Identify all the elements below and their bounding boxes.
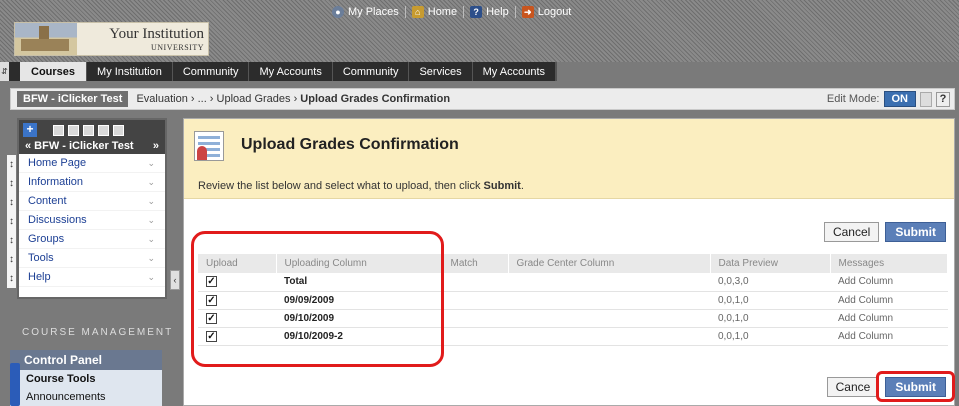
tab-community-2[interactable]: Community bbox=[333, 62, 410, 81]
tab-my-accounts[interactable]: My Accounts bbox=[249, 62, 333, 81]
home-icon: ⌂ bbox=[411, 6, 424, 18]
course-menu-arrow[interactable]: » bbox=[153, 140, 159, 152]
sidebar-item-home-page[interactable]: ↕ Home Page ⌄ bbox=[7, 154, 165, 174]
sidebar-item-tools[interactable]: ↕ Tools ⌄ bbox=[7, 249, 165, 269]
course-menu: + « BFW - iClicker Test » ↕ Home Page ⌄ … bbox=[7, 118, 167, 299]
page-header: Upload Grades Confirmation Review the li… bbox=[184, 119, 954, 199]
cancel-button-bottom[interactable]: Cance bbox=[826, 377, 880, 397]
chevron-down-icon[interactable]: ⌄ bbox=[147, 173, 155, 192]
window-icon[interactable] bbox=[83, 124, 94, 136]
logo-name: Your Institution bbox=[109, 25, 204, 42]
highlight-outline-table bbox=[191, 231, 444, 367]
chevron-down-icon[interactable]: ⌄ bbox=[147, 268, 155, 287]
match-cell bbox=[442, 309, 508, 328]
sidebar-item-information[interactable]: ↕ Information ⌄ bbox=[7, 173, 165, 193]
control-panel-title: Control Panel bbox=[10, 350, 162, 370]
control-panel-course-tools[interactable]: Course Tools bbox=[10, 370, 162, 388]
chevron-down-icon[interactable]: ⌄ bbox=[147, 230, 155, 249]
breadcrumb: BFW - iClicker Test Evaluation › ... › U… bbox=[10, 88, 955, 110]
chevron-down-icon[interactable]: ⌄ bbox=[147, 154, 155, 173]
collapse-menu-button[interactable]: ‹ bbox=[170, 270, 180, 290]
drag-handle-icon[interactable]: ↕ bbox=[7, 250, 16, 269]
gear-icon[interactable] bbox=[98, 124, 109, 136]
sidebar-item-content[interactable]: ↕ Content ⌄ bbox=[7, 192, 165, 212]
top-button-row: Cancel Submit bbox=[823, 222, 946, 242]
course-menu-title[interactable]: « BFW - iClicker Test bbox=[25, 140, 134, 152]
page-help-button[interactable]: ? bbox=[936, 91, 950, 107]
edit-mode-toggle[interactable]: ON bbox=[883, 91, 916, 107]
data-preview-cell: 0,0,1,0 bbox=[710, 309, 830, 328]
page-title: Upload Grades Confirmation bbox=[241, 136, 459, 153]
drag-handle-icon[interactable]: ↕ bbox=[7, 231, 16, 250]
data-preview-cell: 0,0,1,0 bbox=[710, 327, 830, 346]
expand-toggle-icon[interactable]: ⇵ bbox=[0, 62, 9, 81]
tab-my-institution[interactable]: My Institution bbox=[87, 62, 173, 81]
page-instructions: Review the list below and select what to… bbox=[198, 180, 524, 192]
edit-mode-label: Edit Mode: bbox=[826, 93, 880, 105]
chevron-down-icon[interactable]: ⌄ bbox=[147, 192, 155, 211]
control-panel: Control Panel Course Tools Announcements bbox=[10, 350, 162, 406]
breadcrumb-current: Upload Grades Confirmation bbox=[300, 93, 451, 105]
message-cell: Add Column bbox=[830, 291, 948, 310]
cancel-button[interactable]: Cancel bbox=[823, 222, 880, 242]
help-icon: ? bbox=[470, 6, 483, 18]
tab-courses[interactable]: Courses bbox=[20, 62, 88, 81]
header-banner: Your Institution UNIVERSITY ● My Places … bbox=[0, 0, 959, 62]
column-header-messages[interactable]: Messages bbox=[830, 254, 948, 273]
tab-bar: ⇵ Courses My Institution Community My Ac… bbox=[0, 62, 959, 81]
course-management-label: COURSE MANAGEMENT bbox=[22, 327, 174, 338]
control-panel-announcements[interactable]: Announcements bbox=[10, 388, 162, 406]
drag-handle-icon[interactable]: ↕ bbox=[7, 269, 16, 288]
match-cell bbox=[442, 273, 508, 292]
drag-handle-icon[interactable]: ↕ bbox=[7, 212, 16, 231]
column-header-grade-center-column[interactable]: Grade Center Column bbox=[508, 254, 711, 273]
list-view-icon[interactable] bbox=[53, 124, 64, 136]
edit-mode-off[interactable] bbox=[920, 91, 932, 107]
grade-center-icon bbox=[194, 131, 224, 161]
my-places-link[interactable]: ● My Places bbox=[326, 6, 405, 18]
data-preview-cell: 0,0,3,0 bbox=[710, 273, 830, 292]
logo-subtitle: UNIVERSITY bbox=[151, 42, 204, 52]
submit-button[interactable]: Submit bbox=[885, 222, 946, 242]
help-link[interactable]: ? Help bbox=[464, 6, 515, 18]
add-menu-item-icon[interactable]: + bbox=[23, 123, 37, 137]
chevron-down-icon[interactable]: ⌄ bbox=[147, 211, 155, 230]
drag-handle-icon[interactable]: ↕ bbox=[7, 155, 16, 174]
tab-services[interactable]: Services bbox=[409, 62, 473, 81]
logout-link[interactable]: ➜ Logout bbox=[516, 6, 578, 18]
course-name-badge[interactable]: BFW - iClicker Test bbox=[17, 91, 129, 107]
sort-icon[interactable] bbox=[113, 124, 124, 136]
people-icon: ● bbox=[332, 6, 344, 18]
sidebar-item-discussions[interactable]: ↕ Discussions ⌄ bbox=[7, 211, 165, 231]
tab-community[interactable]: Community bbox=[173, 62, 250, 81]
chevron-down-icon[interactable]: ⌄ bbox=[147, 249, 155, 268]
data-preview-cell: 0,0,1,0 bbox=[710, 291, 830, 310]
home-link[interactable]: ⌂ Home bbox=[406, 6, 463, 18]
drag-handle-icon[interactable]: ↕ bbox=[7, 174, 16, 193]
match-cell bbox=[442, 327, 508, 346]
highlight-outline-submit bbox=[876, 371, 955, 402]
grade-center-cell bbox=[508, 273, 710, 292]
tab-my-accounts-2[interactable]: My Accounts bbox=[473, 62, 556, 81]
grade-center-cell bbox=[508, 309, 710, 328]
column-header-match[interactable]: Match bbox=[442, 254, 509, 273]
logout-icon: ➜ bbox=[521, 6, 534, 18]
drag-handle-icon[interactable]: ↕ bbox=[7, 193, 16, 212]
folder-view-icon[interactable] bbox=[68, 124, 79, 136]
breadcrumb-trail[interactable]: Evaluation › ... › Upload Grades › bbox=[136, 93, 300, 105]
message-cell: Add Column bbox=[830, 273, 948, 292]
campus-building-icon bbox=[15, 23, 77, 55]
grade-center-cell bbox=[508, 291, 710, 310]
match-cell bbox=[442, 291, 508, 310]
scroll-indicator bbox=[10, 363, 20, 406]
column-header-data-preview[interactable]: Data Preview bbox=[710, 254, 831, 273]
grade-center-cell bbox=[508, 327, 710, 346]
sidebar-item-groups[interactable]: ↕ Groups ⌄ bbox=[7, 230, 165, 250]
institution-logo[interactable]: Your Institution UNIVERSITY bbox=[14, 22, 209, 56]
sidebar-item-help[interactable]: ↕ Help ⌄ bbox=[7, 268, 165, 288]
message-cell: Add Column bbox=[830, 309, 948, 328]
message-cell: Add Column bbox=[830, 327, 948, 346]
top-links: ● My Places ⌂ Home ? Help ➜ Logout bbox=[326, 6, 577, 18]
